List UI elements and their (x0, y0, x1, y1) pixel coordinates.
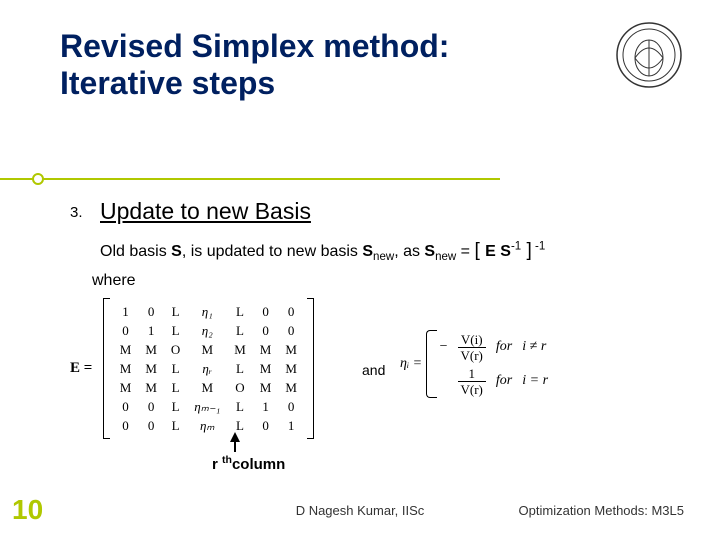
sub-new2: new (435, 251, 456, 263)
minus-sign: − (440, 339, 448, 355)
step-number: 3. (70, 204, 83, 221)
cond-1: i ≠ r (522, 339, 546, 355)
for-1: for (496, 339, 512, 355)
matrix-row: 01Lη₂L00 (113, 321, 304, 340)
rth-column-label: r thcolumn (212, 454, 285, 473)
footer-course: Optimization Methods: M3L5 (519, 503, 684, 518)
slide: Revised Simplex method: Iterative steps … (0, 0, 720, 540)
exp-inner: -1 (511, 241, 521, 253)
eta-lhs: ηᵢ = (400, 356, 422, 371)
text-eq: = (456, 243, 474, 260)
eta-definition: ηᵢ = − V(i) V(r) for i ≠ r − 1 V(r) for … (400, 330, 548, 398)
matrix-E: 10Lη₁L00 01Lη₂L00 MMOMMMM MMLηᵣLMM MMLMO… (103, 298, 314, 439)
matrix-row: 00Lηₘ₋₁L10 (113, 397, 304, 416)
sym-Snew2: S (424, 243, 435, 260)
body-text: Old basis S, is updated to new basis Sne… (100, 240, 690, 263)
matrix-E-equation: E = 10Lη₁L00 01Lη₂L00 MMOMMMM MMLηᵣLMM M… (70, 298, 314, 439)
matrix-table: 10Lη₁L00 01Lη₂L00 MMOMMMM MMLηᵣLMM MMLMO… (113, 302, 304, 435)
and-label: and (362, 362, 385, 378)
bracket-open: [ (474, 240, 485, 261)
slide-title: Revised Simplex method: Iterative steps (60, 28, 680, 102)
bullet-dot-icon (32, 173, 44, 185)
title-line1: Revised Simplex method: (60, 28, 449, 64)
eta-cases: − V(i) V(r) for i ≠ r − 1 V(r) for i = r (426, 330, 548, 398)
matrix-row: 00LηₘL01 (113, 416, 304, 435)
exp-outer: -1 (532, 241, 545, 253)
iisc-logo (614, 20, 684, 90)
sym-Snew1: S (362, 243, 373, 260)
text-prefix: Old basis (100, 243, 171, 260)
step-heading: 3. Update to new Basis (100, 198, 311, 225)
arrow-stem (234, 442, 236, 452)
step-title: Update to new Basis (100, 198, 311, 224)
matrix-E-label: E = (70, 360, 92, 377)
sub-new1: new (373, 251, 394, 263)
eta-case-1: − V(i) V(r) for i ≠ r (440, 330, 548, 364)
matrix-row: MMLηᵣLMM (113, 359, 304, 378)
for-2: for (496, 373, 512, 389)
sym-ES: E S (485, 243, 511, 260)
arrow-up-icon (230, 432, 240, 442)
divider-line (0, 178, 500, 180)
frac-case1: V(i) V(r) (458, 333, 486, 362)
title-line2: Iterative steps (60, 65, 275, 101)
text-mid: , is updated to new basis (182, 243, 363, 260)
matrix-row: MMLMOMM (113, 378, 304, 397)
cond-2: i = r (522, 373, 548, 389)
where-label: where (92, 272, 136, 290)
sym-S: S (171, 243, 182, 260)
text-as: , as (394, 243, 424, 260)
frac-case2: 1 V(r) (458, 367, 486, 396)
crest-icon (614, 20, 684, 90)
matrix-row: 10Lη₁L00 (113, 302, 304, 321)
bracket-close: ] (521, 240, 532, 261)
matrix-row: MMOMMMM (113, 340, 304, 359)
eta-case-2: − 1 V(r) for i = r (440, 364, 548, 398)
